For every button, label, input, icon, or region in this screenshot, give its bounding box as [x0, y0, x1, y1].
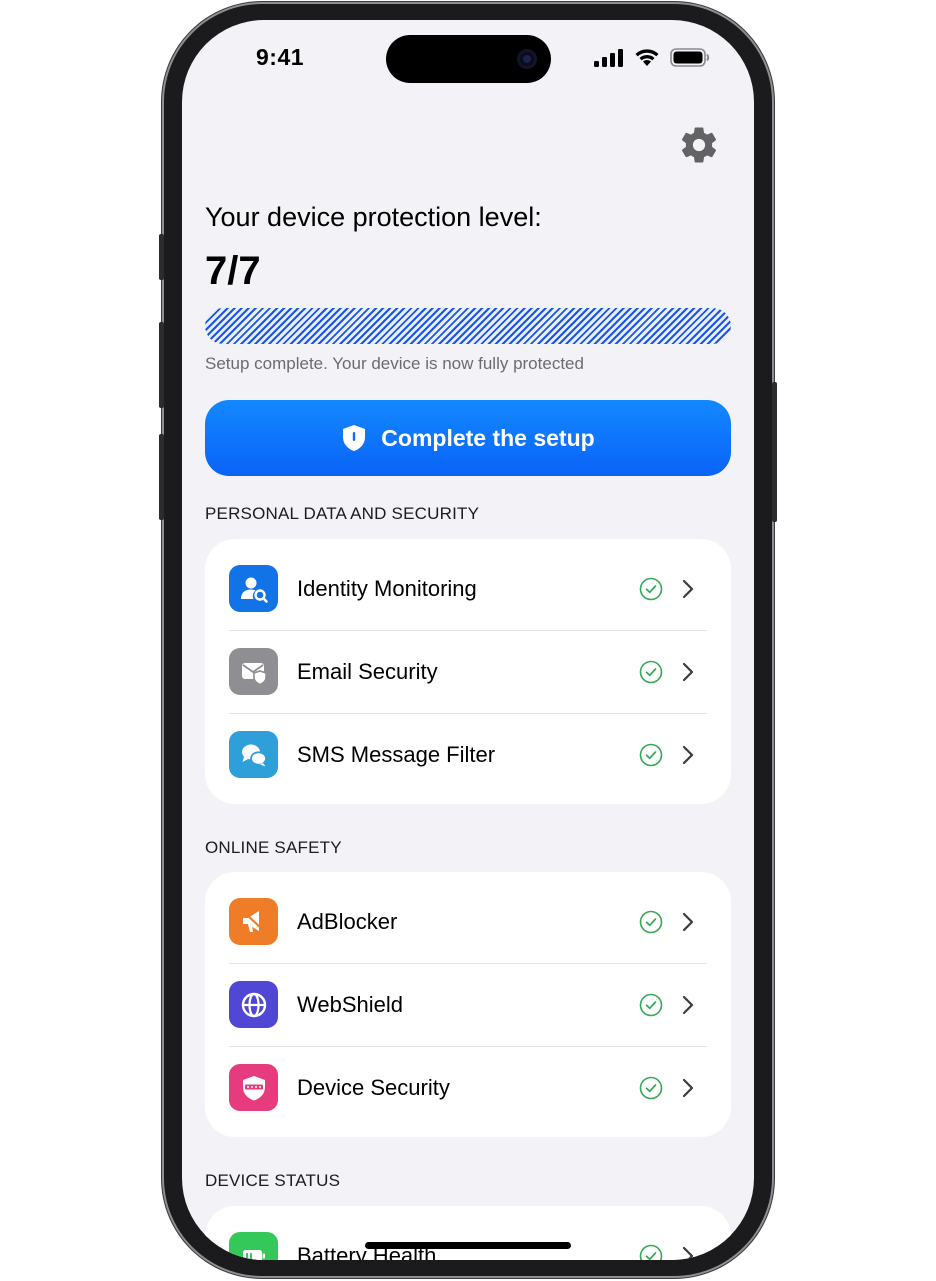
dynamic-island: [386, 35, 551, 83]
list-item-webshield[interactable]: WebShield: [205, 963, 731, 1046]
chevron-right-icon: [682, 912, 694, 931]
list-item-adblocker[interactable]: AdBlocker: [205, 880, 731, 963]
identity-icon: [229, 565, 278, 612]
chevron-right-icon: [682, 745, 694, 764]
section-header-online-safety: ONLINE SAFETY: [205, 838, 342, 857]
card-personal-data: Identity Monitoring Email Security SMS M…: [205, 539, 731, 804]
shield-password-icon: [229, 1064, 278, 1111]
row-label: Email Security: [297, 658, 438, 684]
chevron-right-icon: [682, 1246, 694, 1260]
check-circle-icon: [639, 660, 663, 683]
gear-icon[interactable]: [678, 124, 720, 166]
protection-score: 7/7: [205, 249, 261, 293]
volume-down-button: [159, 434, 164, 520]
row-label: Identity Monitoring: [297, 575, 477, 601]
list-item-email-security[interactable]: Email Security: [205, 630, 731, 713]
home-indicator: [365, 1242, 571, 1249]
complete-setup-label: Complete the setup: [381, 424, 595, 451]
action-button: [159, 234, 164, 280]
chevron-right-icon: [682, 579, 694, 598]
message-bubbles-icon: [229, 731, 278, 778]
card-online-safety: AdBlocker WebShield Device Security: [205, 872, 731, 1137]
check-circle-icon: [639, 743, 663, 766]
row-label: WebShield: [297, 991, 403, 1017]
status-time: 9:41: [256, 44, 305, 70]
complete-setup-button[interactable]: Complete the setup: [205, 400, 731, 476]
megaphone-icon: [229, 898, 278, 945]
row-label: Device Security: [297, 1074, 450, 1100]
protection-progress-fill: [205, 308, 731, 344]
status-icons: [594, 48, 710, 67]
section-header-personal-data: PERSONAL DATA AND SECURITY: [205, 504, 480, 523]
chevron-right-icon: [682, 1078, 694, 1097]
chevron-right-icon: [682, 662, 694, 681]
list-item-identity-monitoring[interactable]: Identity Monitoring: [205, 547, 731, 630]
card-device-status: Battery Health: [205, 1206, 731, 1260]
check-circle-icon: [639, 910, 663, 933]
battery-health-icon: [229, 1232, 278, 1260]
chevron-right-icon: [682, 995, 694, 1014]
power-button: [772, 382, 777, 522]
row-label: AdBlocker: [297, 908, 398, 934]
protection-level-title: Your device protection level:: [205, 202, 542, 232]
globe-icon: [229, 981, 278, 1028]
battery-icon: [670, 48, 710, 67]
section-header-device-status: DEVICE STATUS: [205, 1171, 341, 1190]
camera-icon: [517, 49, 537, 69]
check-circle-icon: [639, 577, 663, 600]
shield-icon: [343, 425, 366, 451]
list-item-device-security[interactable]: Device Security: [205, 1046, 731, 1129]
protection-caption: Setup complete. Your device is now fully…: [205, 354, 584, 373]
list-item-sms-message-filter[interactable]: SMS Message Filter: [205, 713, 731, 796]
app-screen: 9:41 Your device protection level: 7/7 S…: [182, 20, 754, 1260]
check-circle-icon: [639, 1244, 663, 1260]
protection-progress-bar: [205, 308, 731, 344]
volume-up-button: [159, 322, 164, 408]
cellular-signal-icon: [594, 48, 623, 67]
list-item-battery-health[interactable]: Battery Health: [205, 1214, 731, 1260]
check-circle-icon: [639, 993, 663, 1016]
row-label: SMS Message Filter: [297, 741, 496, 767]
wifi-icon: [635, 49, 659, 66]
email-shield-icon: [229, 648, 278, 695]
check-circle-icon: [639, 1076, 663, 1099]
